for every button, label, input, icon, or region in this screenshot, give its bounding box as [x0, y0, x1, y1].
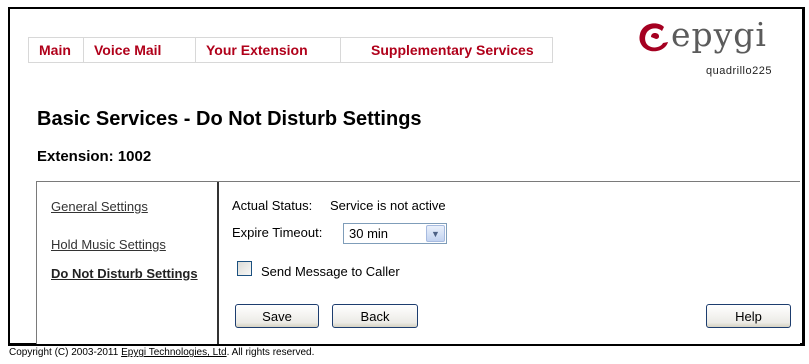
- status-value: Service is not active: [330, 198, 446, 213]
- settings-panel: General Settings Hold Music Settings Do …: [36, 181, 800, 344]
- send-message-checkbox[interactable]: [237, 261, 252, 276]
- form-area: Actual Status: Service is not active Exp…: [220, 182, 800, 344]
- sidebar-item-hold-music-settings[interactable]: Hold Music Settings: [51, 237, 166, 252]
- top-menu: Main Voice Mail Your Extension Supplemen…: [28, 37, 553, 63]
- sidebar-item-general-settings[interactable]: General Settings: [51, 199, 148, 214]
- expire-timeout-label: Expire Timeout:: [232, 225, 323, 240]
- epygi-logo: epygi quadrillo225: [627, 15, 797, 83]
- copyright-suffix: . All rights reserved.: [226, 347, 315, 358]
- expire-timeout-select[interactable]: 30 min ▼: [343, 223, 447, 244]
- expire-timeout-value: 30 min: [349, 226, 389, 241]
- epygi-swirl-icon: [639, 23, 668, 52]
- menu-item-main[interactable]: Main: [28, 37, 83, 63]
- back-button[interactable]: Back: [332, 304, 418, 328]
- epygi-link[interactable]: Epygi Technologies, Ltd: [121, 347, 226, 358]
- logo-wordmark: epygi: [671, 15, 767, 54]
- copyright-prefix: Copyright (C) 2003-2011: [9, 347, 122, 358]
- help-button[interactable]: Help: [706, 304, 791, 328]
- sidebar-item-do-not-disturb-settings[interactable]: Do Not Disturb Settings: [51, 266, 198, 281]
- send-message-label: Send Message to Caller: [261, 264, 400, 279]
- device-model: quadrillo225: [706, 65, 772, 77]
- menu-item-supplementary-services[interactable]: Supplementary Services: [340, 37, 553, 63]
- menu-item-your-extension[interactable]: Your Extension: [195, 37, 340, 63]
- page-title: Basic Services - Do Not Disturb Settings: [37, 108, 422, 130]
- chevron-down-icon[interactable]: ▼: [426, 225, 445, 242]
- sidebar: General Settings Hold Music Settings Do …: [37, 182, 219, 344]
- extension-label: Extension: 1002: [37, 148, 152, 165]
- status-label: Actual Status:: [232, 198, 313, 213]
- menu-item-voice-mail[interactable]: Voice Mail: [83, 37, 195, 63]
- copyright-footer: Copyright (C) 2003-2011 Epygi Technologi…: [9, 347, 314, 358]
- save-button[interactable]: Save: [235, 304, 319, 328]
